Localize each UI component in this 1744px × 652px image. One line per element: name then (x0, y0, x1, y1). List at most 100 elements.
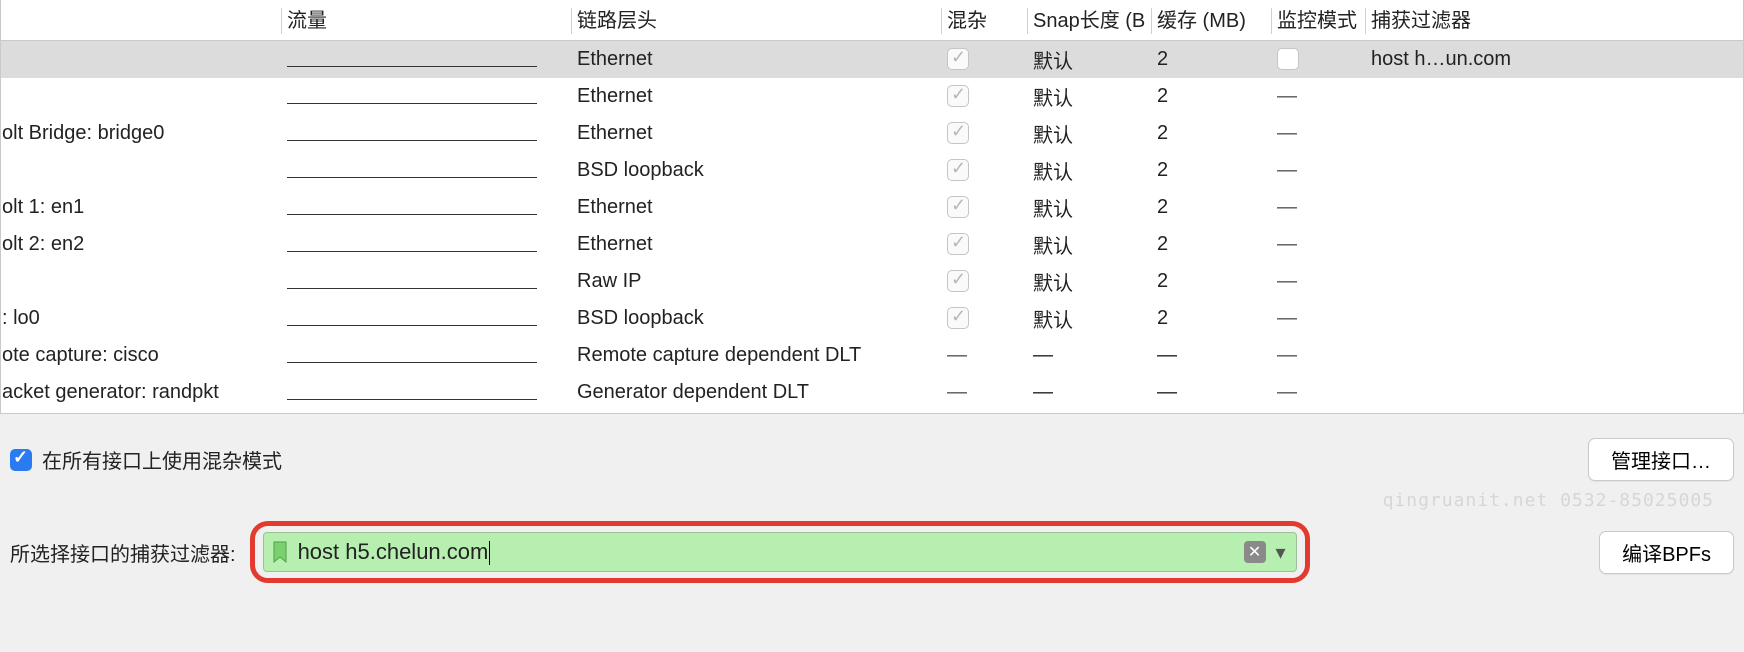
traffic-sparkline (287, 66, 537, 67)
cell-promisc: — (941, 337, 1027, 374)
promisc-checkbox[interactable] (947, 85, 969, 107)
table-row[interactable]: olt 2: en2Ethernet默认2— (1, 226, 1743, 263)
cell-linklayer: Raw IP (571, 263, 941, 300)
monitor-dash: — (1277, 85, 1298, 107)
promisc-checkbox[interactable] (947, 196, 969, 218)
traffic-sparkline (287, 325, 537, 326)
col-header-traffic[interactable]: 流量 (281, 0, 571, 40)
cell-interface (1, 152, 281, 189)
promisc-dash: — (947, 344, 968, 366)
promisc-checkbox[interactable] (947, 159, 969, 181)
cell-filter (1365, 226, 1743, 263)
promisc-all-label[interactable]: 在所有接口上使用混杂模式 (10, 445, 282, 474)
cell-linklayer: BSD loopback (571, 300, 941, 337)
promisc-checkbox[interactable] (947, 48, 969, 70)
cell-snaplen: — (1027, 337, 1151, 374)
monitor-dash: — (1277, 381, 1298, 403)
table-row[interactable]: olt 1: en1Ethernet默认2— (1, 189, 1743, 226)
monitor-dash: — (1277, 196, 1298, 218)
cell-filter (1365, 300, 1743, 337)
cell-snaplen: 默认 (1027, 152, 1151, 189)
traffic-sparkline (287, 103, 537, 104)
cell-snaplen: 默认 (1027, 40, 1151, 78)
promisc-checkbox[interactable] (947, 270, 969, 292)
promisc-dash: — (947, 381, 968, 403)
cell-filter (1365, 115, 1743, 152)
clear-filter-button[interactable]: ✕ (1244, 541, 1266, 563)
cell-promisc (941, 152, 1027, 189)
col-header-interface[interactable] (1, 0, 281, 40)
cell-snaplen: 默认 (1027, 189, 1151, 226)
cell-traffic (281, 263, 571, 300)
cell-filter (1365, 189, 1743, 226)
table-row[interactable]: : lo0BSD loopback默认2— (1, 300, 1743, 337)
promisc-checkbox[interactable] (947, 307, 969, 329)
filter-dropdown-arrow[interactable]: ▾ (1272, 543, 1290, 561)
traffic-sparkline (287, 140, 537, 141)
promisc-all-checkbox[interactable] (10, 449, 32, 471)
cell-promisc (941, 115, 1027, 152)
cell-traffic (281, 115, 571, 152)
cell-buffer: 2 (1151, 189, 1271, 226)
cell-linklayer: BSD loopback (571, 152, 941, 189)
cell-filter (1365, 152, 1743, 189)
cell-promisc (941, 40, 1027, 78)
col-header-buffer[interactable]: 缓存 (MB) (1151, 0, 1271, 40)
traffic-sparkline (287, 288, 537, 289)
table-row[interactable]: Ethernet默认2— (1, 78, 1743, 115)
col-header-monitor[interactable]: 监控模式 (1271, 0, 1365, 40)
cell-interface: olt Bridge: bridge0 (1, 115, 281, 152)
cell-traffic (281, 152, 571, 189)
cell-monitor: — (1271, 263, 1365, 300)
cell-linklayer: Ethernet (571, 226, 941, 263)
cell-promisc (941, 78, 1027, 115)
promisc-checkbox[interactable] (947, 122, 969, 144)
cell-linklayer: Ethernet (571, 115, 941, 152)
cell-promisc (941, 263, 1027, 300)
table-row[interactable]: ote capture: ciscoRemote capture depende… (1, 337, 1743, 374)
traffic-sparkline (287, 251, 537, 252)
capture-filter-value: host h5.chelun.com (296, 539, 1244, 565)
col-header-filter[interactable]: 捕获过滤器 (1365, 0, 1743, 40)
cell-linklayer: Ethernet (571, 40, 941, 78)
manage-interfaces-button[interactable]: 管理接口… (1588, 438, 1734, 481)
monitor-dash: — (1277, 122, 1298, 144)
cell-traffic (281, 40, 571, 78)
interfaces-table-container: 流量 链路层头 混杂 Snap长度 (B 缓存 (MB) 监控模式 捕获过滤器 … (0, 0, 1744, 414)
cell-monitor: — (1271, 152, 1365, 189)
text-caret (489, 541, 490, 565)
capture-filter-input[interactable]: host h5.chelun.com ✕ ▾ (263, 532, 1297, 572)
cell-buffer: 2 (1151, 226, 1271, 263)
cell-snaplen: 默认 (1027, 115, 1151, 152)
table-row[interactable]: olt Bridge: bridge0Ethernet默认2— (1, 115, 1743, 152)
monitor-checkbox[interactable] (1277, 48, 1299, 70)
table-row[interactable]: Raw IP默认2— (1, 263, 1743, 300)
col-header-promisc[interactable]: 混杂 (941, 0, 1027, 40)
cell-traffic (281, 226, 571, 263)
cell-buffer: 2 (1151, 152, 1271, 189)
table-row[interactable]: Ethernet默认2host h…un.com (1, 40, 1743, 78)
cell-traffic (281, 189, 571, 226)
traffic-sparkline (287, 362, 537, 363)
cell-snaplen: — (1027, 374, 1151, 411)
compile-bpf-button[interactable]: 编译BPFs (1599, 531, 1734, 574)
cell-buffer: — (1151, 374, 1271, 411)
cell-snaplen: 默认 (1027, 263, 1151, 300)
table-row[interactable]: BSD loopback 默认2— (1, 152, 1743, 189)
cell-buffer: 2 (1151, 300, 1271, 337)
cell-monitor: — (1271, 374, 1365, 411)
monitor-dash: — (1277, 307, 1298, 329)
cell-linklayer: Ethernet (571, 78, 941, 115)
col-header-linklayer[interactable]: 链路层头 (571, 0, 941, 40)
cell-filter (1365, 337, 1743, 374)
capture-filter-label: 所选择接口的捕获过滤器: (10, 538, 236, 567)
cell-filter: host h…un.com (1365, 40, 1743, 78)
interfaces-table: 流量 链路层头 混杂 Snap长度 (B 缓存 (MB) 监控模式 捕获过滤器 … (1, 0, 1743, 411)
col-header-snaplen[interactable]: Snap长度 (B (1027, 0, 1151, 40)
promisc-all-text: 在所有接口上使用混杂模式 (42, 445, 282, 474)
cell-monitor: — (1271, 337, 1365, 374)
cell-interface: : lo0 (1, 300, 281, 337)
table-row[interactable]: acket generator: randpktGenerator depend… (1, 374, 1743, 411)
promisc-checkbox[interactable] (947, 233, 969, 255)
bookmark-icon[interactable] (272, 541, 288, 563)
